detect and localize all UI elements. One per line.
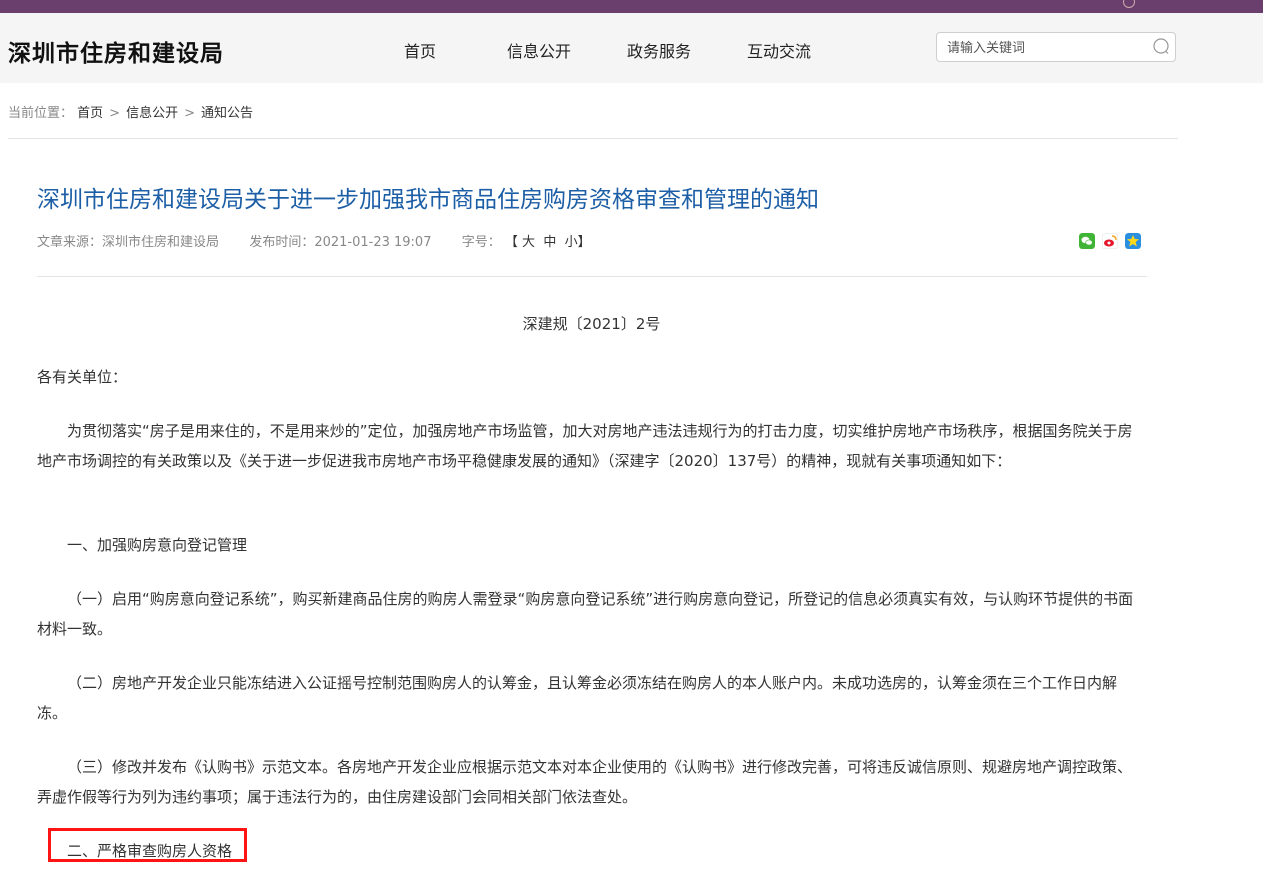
top-strip [0,0,1263,13]
breadcrumb-separator: > [184,106,195,121]
fontsize-label: 字号： [461,235,501,250]
intro-paragraph: 为贯彻落实“房子是用来住的，不是用来炒的”定位，加强房地产市场监管，加大对房地产… [37,422,1133,470]
article-paragraph: （三）修改并发布《认购书》示范文本。各房地产开发企业应根据示范文本对本企业使用的… [37,758,1133,806]
divider [37,276,1147,277]
search-icon[interactable] [1153,38,1169,54]
nav-home[interactable]: 首页 [404,38,436,62]
section-heading: 一、加强购房意向登记管理 [67,536,248,554]
salutation: 各有关单位： [37,368,128,386]
article-paragraph: （一）启用“购房意向登记系统”，购买新建商品住房的购房人需登录“购房意向登记系统… [37,590,1134,638]
breadcrumb: 当前位置： 首页 > 信息公开 > 通知公告 [8,102,253,121]
source-label: 文章来源： [37,235,103,250]
publish-date: 2021-01-23 19:07 [314,235,432,250]
document-number: 深建规〔2021〕2号 [522,315,661,333]
article-paragraph: （二）房地产开发企业只能冻结进入公证摇号控制范围购房人的认筹金，且认筹金必须冻结… [37,674,1118,722]
breadcrumb-separator: > [109,106,121,121]
search-box [936,32,1176,62]
wechat-icon[interactable] [1079,233,1095,249]
nav-info-disclosure[interactable]: 信息公开 [507,38,571,62]
highlight-box [48,828,247,862]
site-title[interactable]: 深圳市住房和建设局 [8,34,224,68]
qzone-icon[interactable] [1125,233,1141,249]
source-value: 深圳市住房和建设局 [102,235,220,250]
site-header: 深圳市住房和建设局 首页 信息公开 政务服务 互动交流 [0,13,1263,83]
breadcrumb-label: 当前位置： [8,106,74,121]
weibo-icon[interactable] [1102,233,1118,249]
date-label: 发布时间： [249,235,315,250]
breadcrumb-home[interactable]: 首页 [77,106,103,121]
nav-interaction[interactable]: 互动交流 [747,38,811,62]
breadcrumb-notices[interactable]: 通知公告 [201,106,253,121]
breadcrumb-info-disclosure[interactable]: 信息公开 [126,106,178,121]
article-meta: 文章来源：深圳市住房和建设局 发布时间：2021-01-23 19:07 字号：… [37,231,591,250]
fontsize-selector[interactable]: 【 大 中 小】 [505,235,591,250]
divider [8,138,1178,139]
top-strip-mark [1123,0,1135,8]
nav-government-services[interactable]: 政务服务 [627,38,691,62]
search-input[interactable] [945,37,1149,59]
article-title: 深圳市住房和建设局关于进一步加强我市商品住房购房资格审查和管理的通知 [37,187,819,213]
